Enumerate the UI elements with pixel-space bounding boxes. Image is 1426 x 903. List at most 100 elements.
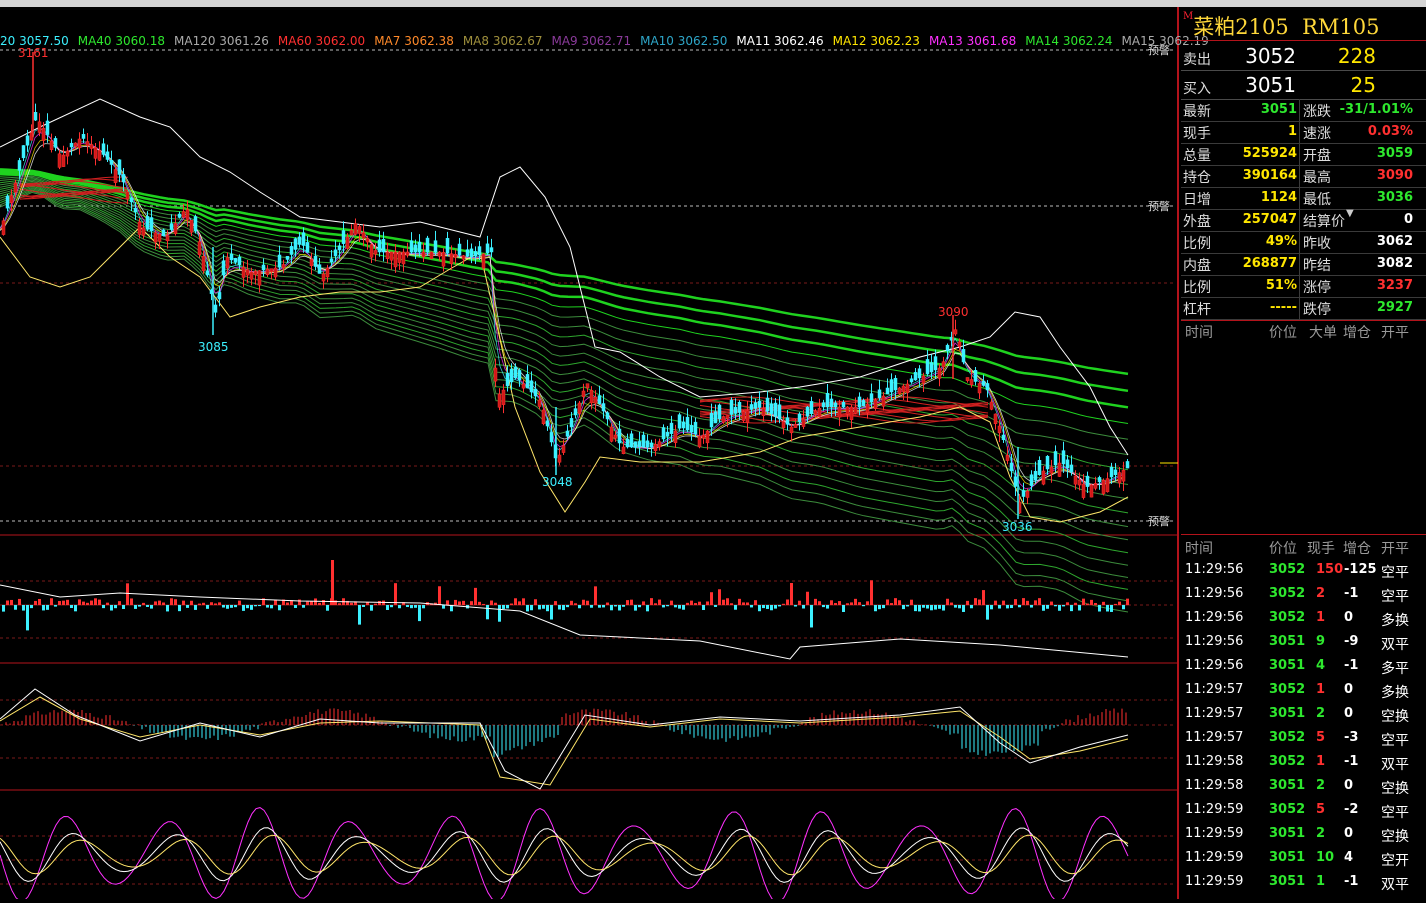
candle-body xyxy=(105,151,110,160)
kline-chart[interactable]: 3161 3085 3048 3090 3036 预警 预警 预警 20 3057.50 MA4… xyxy=(0,7,1209,903)
candle-body xyxy=(985,383,990,391)
candle-body xyxy=(181,211,186,218)
volume-bar xyxy=(378,600,381,605)
stat-label: 外盘 xyxy=(1183,214,1211,230)
volume-bar xyxy=(390,605,393,608)
ma-legend-item: MA9 3062.71 xyxy=(551,34,632,48)
tick-row[interactable]: 11:29:56 3052 150 -125 空平 xyxy=(1181,559,1426,583)
tick-time: 11:29:56 xyxy=(1185,586,1244,601)
bid-row[interactable]: 买入 3051 25 xyxy=(1181,71,1426,100)
price-label-low: 3036 xyxy=(1002,520,1033,534)
volume-bar xyxy=(730,603,733,605)
stat-stats_right-2: 开盘 3059 xyxy=(1303,143,1413,165)
stat-value: 268877 xyxy=(1242,256,1297,271)
candle-body xyxy=(581,390,586,397)
tick-row[interactable]: 11:29:57 3052 1 0 多换 xyxy=(1181,679,1426,703)
divider xyxy=(1181,40,1426,41)
bollinger-upper xyxy=(0,98,1129,456)
volume-bar xyxy=(1010,605,1013,609)
big-header-oi: 增仓 xyxy=(1343,325,1371,341)
tick-row[interactable]: 11:29:58 3051 2 0 空换 xyxy=(1181,775,1426,799)
row-divider xyxy=(1181,297,1426,298)
volume-bar xyxy=(554,601,557,605)
candle-body xyxy=(773,402,778,417)
ma-legend-item: MA8 3062.67 xyxy=(462,34,543,48)
volume-bar xyxy=(882,605,885,609)
candle-body xyxy=(141,227,146,236)
volume-bar xyxy=(298,599,301,605)
candle-body xyxy=(589,390,594,404)
candle-body xyxy=(825,393,830,408)
tick-row[interactable]: 11:29:59 3051 2 0 空换 xyxy=(1181,823,1426,847)
candle-body xyxy=(173,223,178,234)
candle-body xyxy=(801,418,806,427)
row-divider xyxy=(1181,253,1426,254)
bid-volume: 25 xyxy=(1350,73,1376,97)
candle-body xyxy=(873,399,878,409)
tick-row[interactable]: 11:29:57 3051 2 0 空换 xyxy=(1181,703,1426,727)
volume-bar xyxy=(638,605,641,608)
tick-row[interactable]: 11:29:58 3052 1 -1 双平 xyxy=(1181,751,1426,775)
candle-body xyxy=(861,400,866,407)
tick-row[interactable]: 11:29:59 3052 5 -2 空平 xyxy=(1181,799,1426,823)
candle-body xyxy=(653,444,658,451)
candle-body xyxy=(53,138,58,148)
volume-bar xyxy=(630,599,633,605)
volume-bar xyxy=(1046,605,1049,609)
settle-dropdown-icon[interactable]: ▼ xyxy=(1346,208,1354,219)
volume-bar xyxy=(578,605,581,609)
candle-body xyxy=(849,406,854,421)
candle-body xyxy=(869,393,874,403)
candle-body xyxy=(537,399,542,407)
tick-row[interactable]: 11:29:59 3051 10 4 空开 xyxy=(1181,847,1426,871)
candle-body xyxy=(217,292,222,300)
ask-row[interactable]: 卖出 3052 228 xyxy=(1181,42,1426,71)
column-divider xyxy=(1299,99,1300,319)
candle-body xyxy=(441,252,446,267)
tick-row[interactable]: 11:29:56 3051 4 -1 多平 xyxy=(1181,655,1426,679)
volume-bar xyxy=(134,605,137,609)
ma-legend-item: MA12 3062.23 xyxy=(832,34,920,48)
stat-value: 3082 xyxy=(1376,256,1413,271)
stat-value: 1 xyxy=(1287,124,1297,139)
candle-body xyxy=(425,237,430,253)
volume-bar xyxy=(58,601,61,605)
candle-body xyxy=(597,395,602,404)
volume-bar xyxy=(374,603,377,605)
stat-stats_right-5: 结算价 0 xyxy=(1303,209,1413,231)
volume-bar xyxy=(258,605,261,607)
volume-bar xyxy=(646,605,649,612)
volume-bar xyxy=(870,580,873,605)
volume-bar xyxy=(762,605,765,609)
tick-row[interactable]: 11:29:59 3051 1 -1 双平 xyxy=(1181,871,1426,895)
candle-body xyxy=(309,259,314,266)
volume-bar xyxy=(222,605,225,608)
volume-bar xyxy=(1054,605,1057,607)
volume-bar xyxy=(130,598,133,605)
tick-row[interactable]: 11:29:57 3052 5 -3 空平 xyxy=(1181,727,1426,751)
candle-body xyxy=(609,426,614,442)
tick-price: 3052 xyxy=(1269,682,1306,697)
candle-body xyxy=(301,232,306,246)
volume-bar xyxy=(366,602,369,605)
tick-row[interactable]: 11:29:56 3051 9 -9 双平 xyxy=(1181,631,1426,655)
tick-row[interactable]: 11:29:56 3052 2 -1 空平 xyxy=(1181,583,1426,607)
candle-body xyxy=(857,396,862,408)
candle-body xyxy=(821,402,826,408)
tick-price: 3052 xyxy=(1269,802,1306,817)
stat-label: 涨停 xyxy=(1303,280,1331,296)
candle-body xyxy=(845,406,850,415)
stat-label: 涨跌 xyxy=(1303,104,1331,120)
volume-bar xyxy=(822,605,825,608)
stat-label: 最低 xyxy=(1303,192,1331,208)
tick-price: 3051 xyxy=(1269,634,1306,649)
candle-body xyxy=(1,220,6,235)
volume-bar xyxy=(6,600,9,605)
candle-body xyxy=(789,426,794,434)
volume-bar xyxy=(162,602,165,605)
row-divider xyxy=(1181,165,1426,166)
volume-bar xyxy=(1034,600,1037,605)
candle-body xyxy=(481,253,486,269)
tick-price: 3052 xyxy=(1269,730,1306,745)
tick-row[interactable]: 11:29:56 3052 1 0 多换 xyxy=(1181,607,1426,631)
